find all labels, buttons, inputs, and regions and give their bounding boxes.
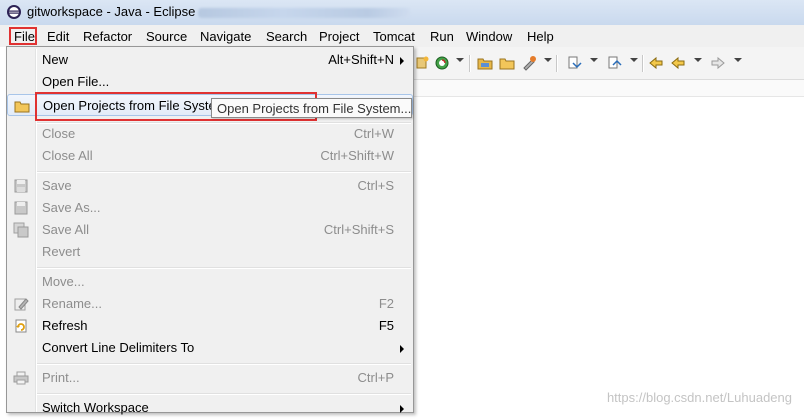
menu-item-label: Open File... (42, 74, 110, 89)
menu-separator (37, 171, 411, 173)
menu-item-label: Save (42, 178, 72, 193)
blurred-path (198, 8, 410, 18)
menu-item-accelerator: Ctrl+S (357, 178, 394, 193)
open-folder-icon[interactable] (499, 55, 515, 71)
editor-area[interactable] (414, 97, 804, 413)
file-menu-highlight-box (9, 27, 37, 45)
back-icon[interactable] (670, 55, 686, 71)
back-dropdown-icon[interactable] (694, 58, 702, 62)
print-icon (13, 371, 29, 385)
menu-refactor[interactable]: Refactor (83, 29, 132, 44)
menu-source[interactable]: Source (146, 29, 187, 44)
menu-item-label: Rename... (42, 296, 102, 311)
submenu-arrow-icon (400, 405, 404, 413)
rename-icon (14, 298, 29, 311)
main-toolbar (414, 47, 804, 80)
menu-item-save-all[interactable]: Save All Ctrl+Shift+S (7, 219, 413, 241)
menu-item-save-as[interactable]: Save As... (7, 197, 413, 219)
forward-dropdown-icon[interactable] (734, 58, 742, 62)
menu-item-label: Move... (42, 274, 85, 289)
save-all-icon (13, 222, 29, 238)
menu-window[interactable]: Window (466, 29, 512, 44)
menu-item-close-all[interactable]: Close All Ctrl+Shift+W (7, 145, 413, 167)
menu-bar: File Edit Refactor Source Navigate Searc… (0, 25, 804, 47)
save-icon (14, 179, 28, 193)
prev-annotation-dropdown-icon[interactable] (630, 58, 638, 62)
menu-item-accelerator: Ctrl+Shift+S (323, 222, 394, 237)
open-type-icon[interactable] (434, 55, 450, 71)
menu-item-move[interactable]: Move... (7, 271, 413, 293)
forward-icon[interactable] (710, 55, 726, 71)
menu-separator (37, 393, 411, 395)
window-title: gitworkspace - Java - Eclipse (27, 4, 196, 19)
submenu-arrow-icon (400, 57, 404, 65)
open-project-icon[interactable] (477, 55, 493, 71)
prev-annotation-icon[interactable] (606, 55, 622, 71)
menu-item-print[interactable]: Print... Ctrl+P (7, 367, 413, 389)
menu-item-accelerator: Ctrl+P (357, 370, 394, 385)
last-edit-location-icon[interactable] (648, 55, 664, 71)
menu-project[interactable]: Project (319, 29, 359, 44)
menu-item-accelerator: F5 (378, 318, 394, 333)
run-tool-dropdown-icon[interactable] (544, 58, 552, 62)
toolbar-separator (556, 55, 558, 72)
run-tool-icon[interactable] (521, 55, 537, 71)
menu-item-label: Save All (42, 222, 89, 237)
submenu-arrow-icon (400, 345, 404, 353)
title-bar: gitworkspace - Java - Eclipse (0, 0, 804, 25)
menu-item-label: Close All (42, 148, 93, 163)
open-type-dropdown-icon[interactable] (456, 58, 464, 62)
menu-item-label: New (42, 52, 69, 67)
tooltip: Open Projects from File System... (211, 98, 412, 118)
menu-item-refresh[interactable]: Refresh F5 (7, 315, 413, 337)
menu-item-new[interactable]: New Alt+Shift+N (7, 49, 413, 71)
menu-item-rename[interactable]: Rename... F2 (7, 293, 413, 315)
menu-item-label: Close (42, 126, 76, 141)
menu-separator (37, 267, 411, 269)
menu-item-save[interactable]: Save Ctrl+S (7, 175, 413, 197)
refresh-icon (15, 319, 27, 333)
menu-item-open-file[interactable]: Open File... (7, 71, 413, 93)
menu-item-convert-line-delimiters[interactable]: Convert Line Delimiters To (7, 337, 413, 359)
toolbar-separator (642, 55, 644, 72)
menu-item-switch-workspace[interactable]: Switch Workspace (7, 397, 413, 419)
menu-edit[interactable]: Edit (47, 29, 69, 44)
toolbar-separator (469, 55, 471, 72)
menu-separator (37, 363, 411, 365)
watermark: https://blog.csdn.net/Luhuadeng (606, 390, 792, 405)
menu-item-accelerator: F2 (378, 296, 394, 311)
menu-item-label: Print... (42, 370, 80, 385)
menu-item-label: Save As... (42, 200, 101, 215)
menu-item-revert[interactable]: Revert (7, 241, 413, 263)
menu-item-close[interactable]: Close Ctrl+W (7, 123, 413, 145)
new-class-icon[interactable] (414, 55, 430, 71)
menu-tomcat[interactable]: Tomcat (373, 29, 415, 44)
menu-help[interactable]: Help (527, 29, 554, 44)
save-as-icon (14, 201, 28, 215)
next-annotation-dropdown-icon[interactable] (590, 58, 598, 62)
menu-item-accelerator: Ctrl+Shift+W (320, 148, 394, 163)
menu-run[interactable]: Run (430, 29, 454, 44)
tooltip-text: Open Projects from File System... (217, 101, 412, 116)
menu-item-label: Convert Line Delimiters To (42, 340, 195, 355)
eclipse-icon (7, 5, 21, 19)
folder-icon (14, 101, 30, 113)
menu-item-accelerator: Ctrl+W (353, 126, 394, 141)
menu-navigate[interactable]: Navigate (200, 29, 251, 44)
menu-item-label: Revert (42, 244, 81, 259)
menu-item-accelerator: Alt+Shift+N (328, 52, 394, 67)
menu-search[interactable]: Search (266, 29, 307, 44)
menu-item-label: Refresh (42, 318, 88, 333)
editor-tab-strip (414, 80, 804, 97)
next-annotation-icon[interactable] (566, 55, 582, 71)
